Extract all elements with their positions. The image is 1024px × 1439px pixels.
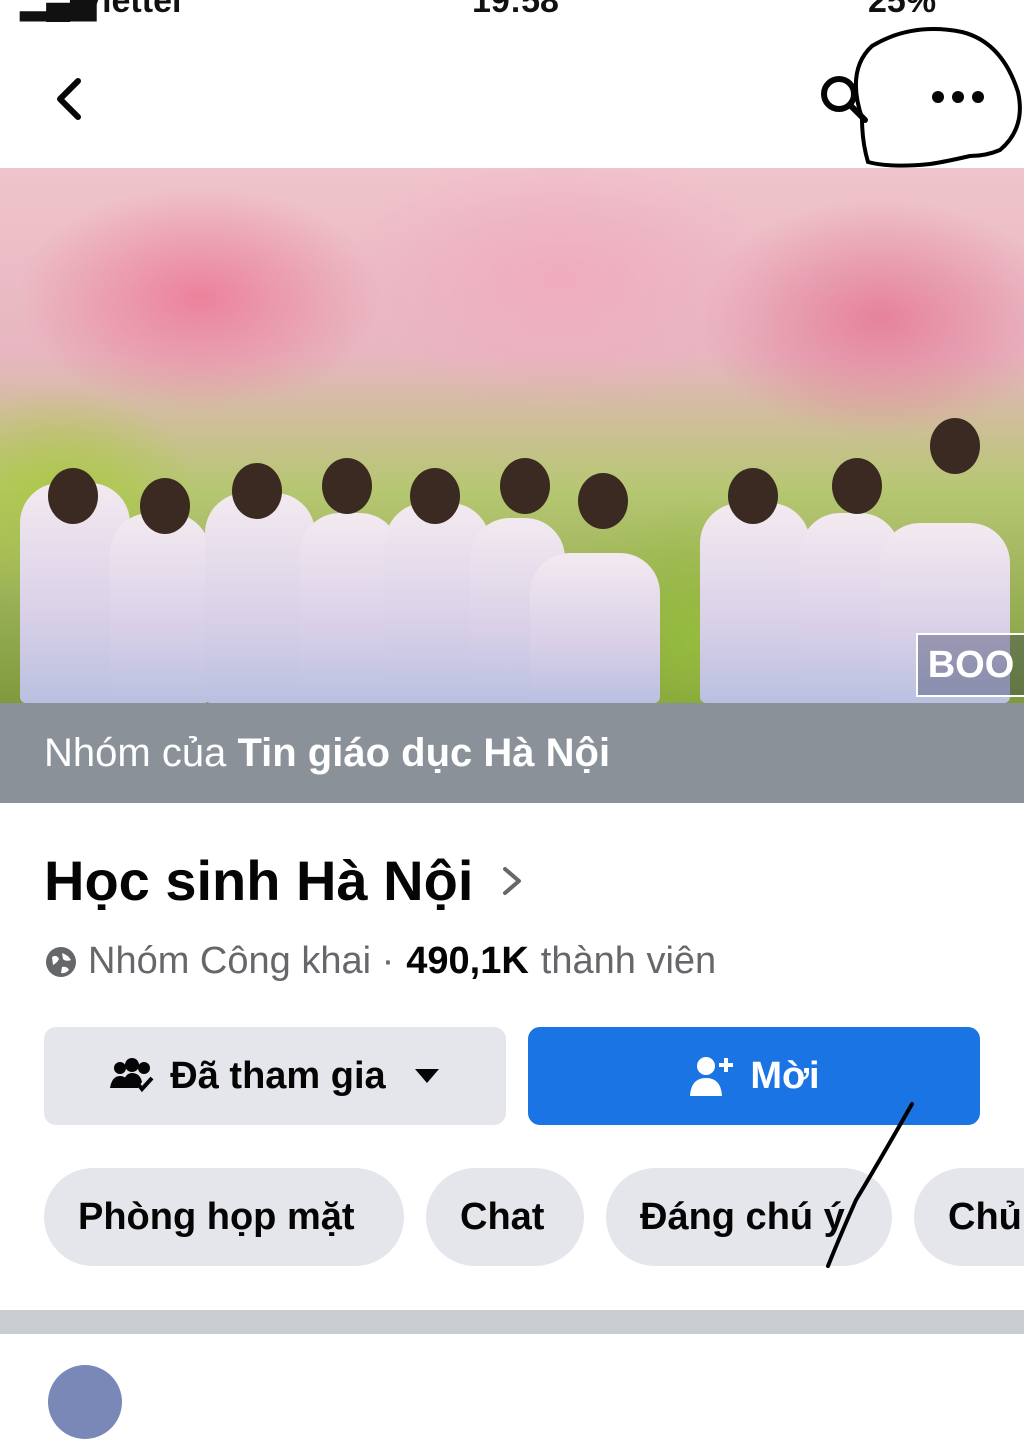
group-name: Học sinh Hà Nội bbox=[44, 849, 474, 912]
clock: 19:58 bbox=[472, 0, 559, 20]
group-tab-chips: Phòng họp mặt Chat Đáng chú ý Chủ bbox=[0, 1168, 1024, 1268]
chip-featured[interactable]: Đáng chú ý bbox=[606, 1168, 892, 1266]
cover-figure-head bbox=[728, 468, 778, 524]
group-owner-banner[interactable]: Nhóm của Tin giáo dục Hà Nội bbox=[0, 703, 1024, 803]
owner-prefix: Nhóm của bbox=[44, 730, 227, 775]
group-title[interactable]: Học sinh Hà Nội bbox=[44, 848, 531, 913]
back-button[interactable] bbox=[38, 64, 98, 134]
cover-figure-head bbox=[410, 468, 460, 524]
more-options-button[interactable] bbox=[918, 72, 998, 122]
globe-icon bbox=[46, 946, 76, 977]
cover-figure-head bbox=[322, 458, 372, 514]
group-members-icon bbox=[110, 1058, 154, 1093]
members-label: thành viên bbox=[540, 940, 717, 982]
group-cover-photo[interactable]: BOO bbox=[0, 168, 1024, 703]
group-meta: Nhóm Công khai · 490,1K thành viên bbox=[44, 940, 716, 983]
top-nav-bar bbox=[0, 22, 1024, 169]
add-person-icon bbox=[690, 1057, 734, 1096]
cover-figure bbox=[700, 503, 810, 703]
carrier-label: Viettel bbox=[80, 0, 182, 20]
cover-figure-head bbox=[140, 478, 190, 534]
invite-button[interactable]: Mời bbox=[528, 1027, 980, 1125]
owner-name-link[interactable]: Tin giáo dục Hà Nội bbox=[237, 731, 610, 775]
chip-meeting-room[interactable]: Phòng họp mặt bbox=[44, 1168, 404, 1266]
member-count[interactable]: 490,1K bbox=[406, 940, 529, 983]
caret-down-icon bbox=[414, 1069, 439, 1083]
chip-chat[interactable]: Chat bbox=[426, 1168, 584, 1266]
cover-figure bbox=[530, 553, 660, 703]
status-bar: ▂▄▆ Viettel 19:58 25% bbox=[0, 0, 1024, 22]
cover-figure bbox=[110, 513, 210, 703]
search-icon bbox=[821, 76, 868, 123]
privacy-label: Nhóm Công khai · bbox=[88, 940, 395, 982]
cover-figure-head bbox=[930, 418, 980, 474]
joined-button[interactable]: Đã tham gia bbox=[44, 1027, 506, 1125]
invite-label: Mời bbox=[750, 1054, 820, 1097]
battery-label: 25% bbox=[868, 0, 937, 20]
cover-figure-head bbox=[500, 458, 550, 514]
cover-figure-head bbox=[232, 463, 282, 519]
post-author-avatar[interactable] bbox=[48, 1365, 122, 1439]
cover-figure-head bbox=[48, 468, 98, 524]
cover-figure-head bbox=[832, 458, 882, 514]
more-horizontal-icon bbox=[932, 91, 984, 103]
chevron-right-icon bbox=[503, 866, 522, 895]
section-divider bbox=[0, 1310, 1024, 1334]
cover-watermark-logo: BOO bbox=[916, 633, 1024, 697]
cover-figure bbox=[205, 493, 315, 703]
chevron-left-icon bbox=[57, 78, 81, 120]
chip-topics[interactable]: Chủ bbox=[914, 1168, 1024, 1266]
search-button[interactable] bbox=[815, 70, 875, 130]
cover-figure-head bbox=[578, 473, 628, 529]
joined-label: Đã tham gia bbox=[170, 1054, 386, 1097]
